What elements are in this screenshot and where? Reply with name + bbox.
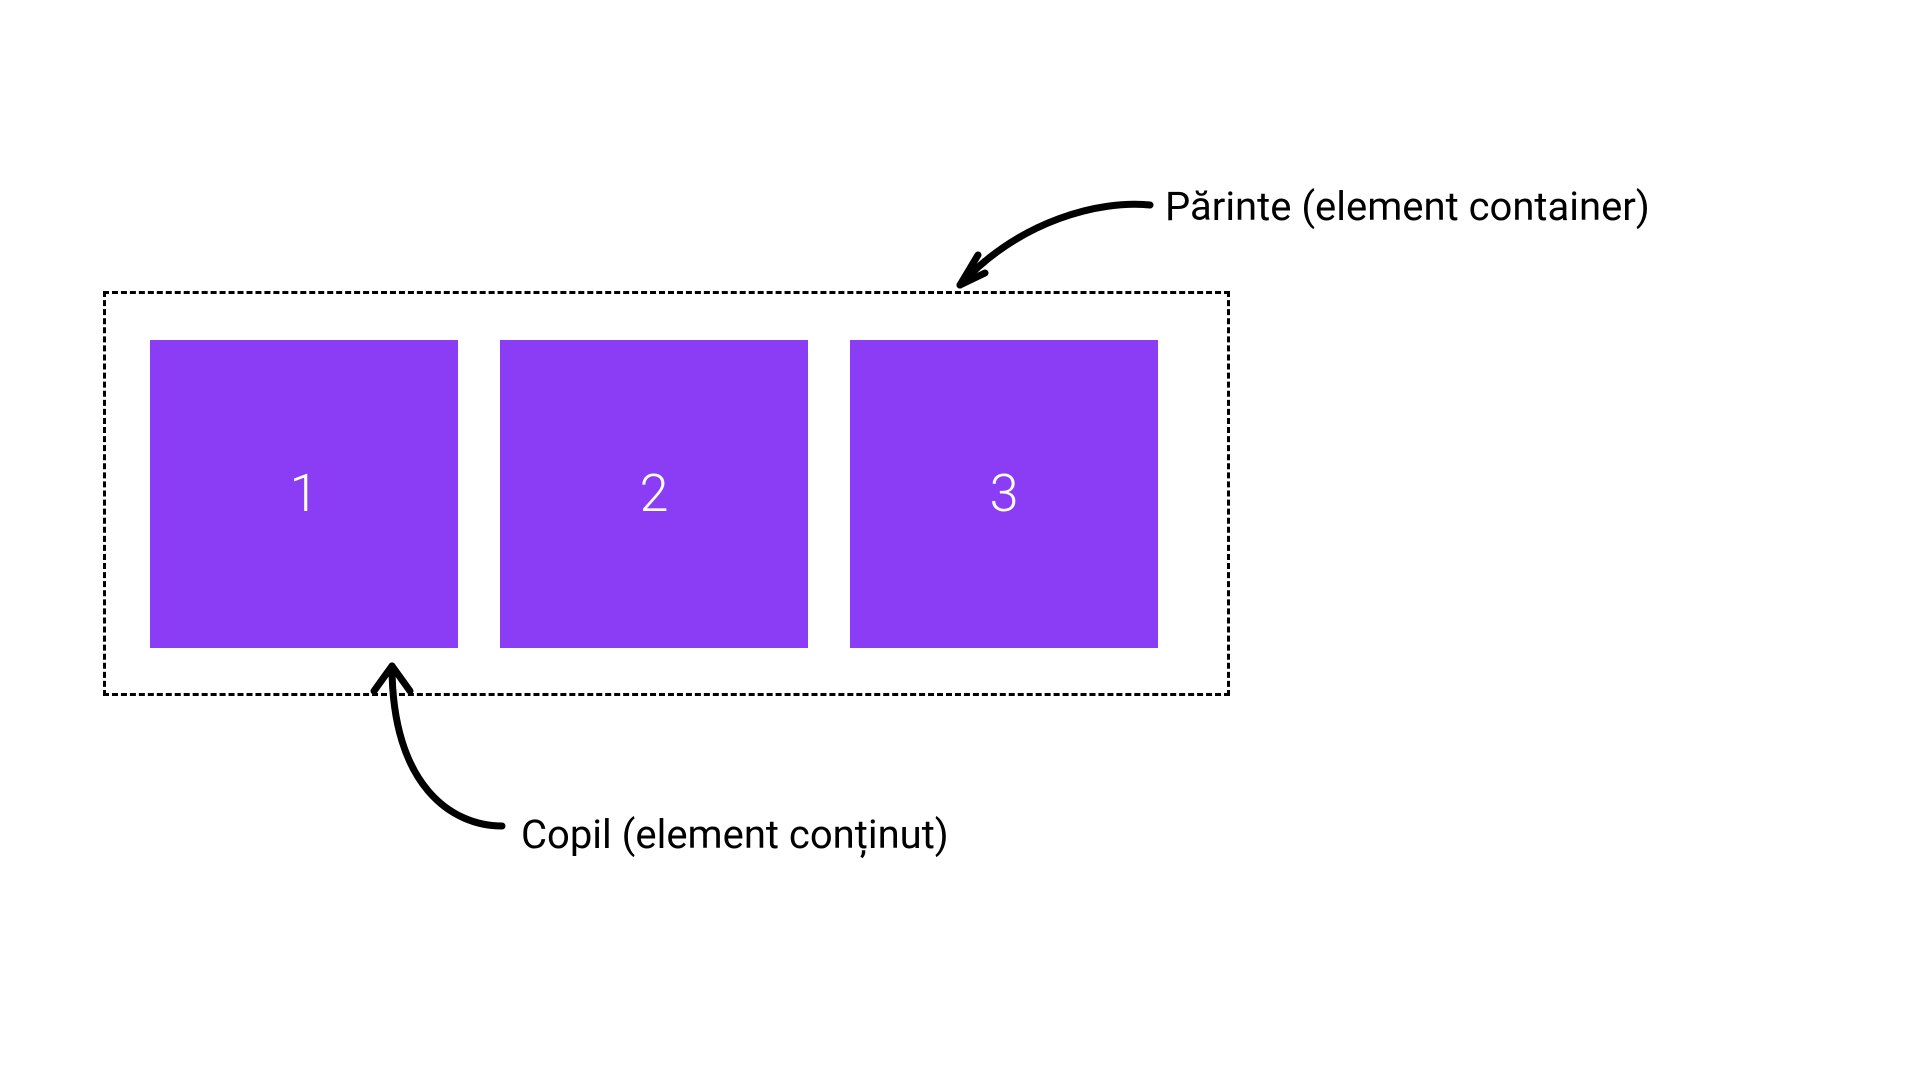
child-number: 2 — [640, 463, 669, 524]
arrow-child-icon — [342, 636, 522, 836]
child-box-2: 2 — [500, 340, 808, 648]
child-box-3: 3 — [850, 340, 1158, 648]
child-box-1: 1 — [150, 340, 458, 648]
arrow-parent-icon — [930, 195, 1160, 310]
parent-container: 1 2 3 — [103, 291, 1230, 696]
child-number: 3 — [990, 463, 1019, 524]
child-label: Copil (element conținut) — [521, 811, 949, 858]
child-number: 1 — [290, 463, 319, 524]
parent-label: Părinte (element container) — [1165, 183, 1650, 230]
